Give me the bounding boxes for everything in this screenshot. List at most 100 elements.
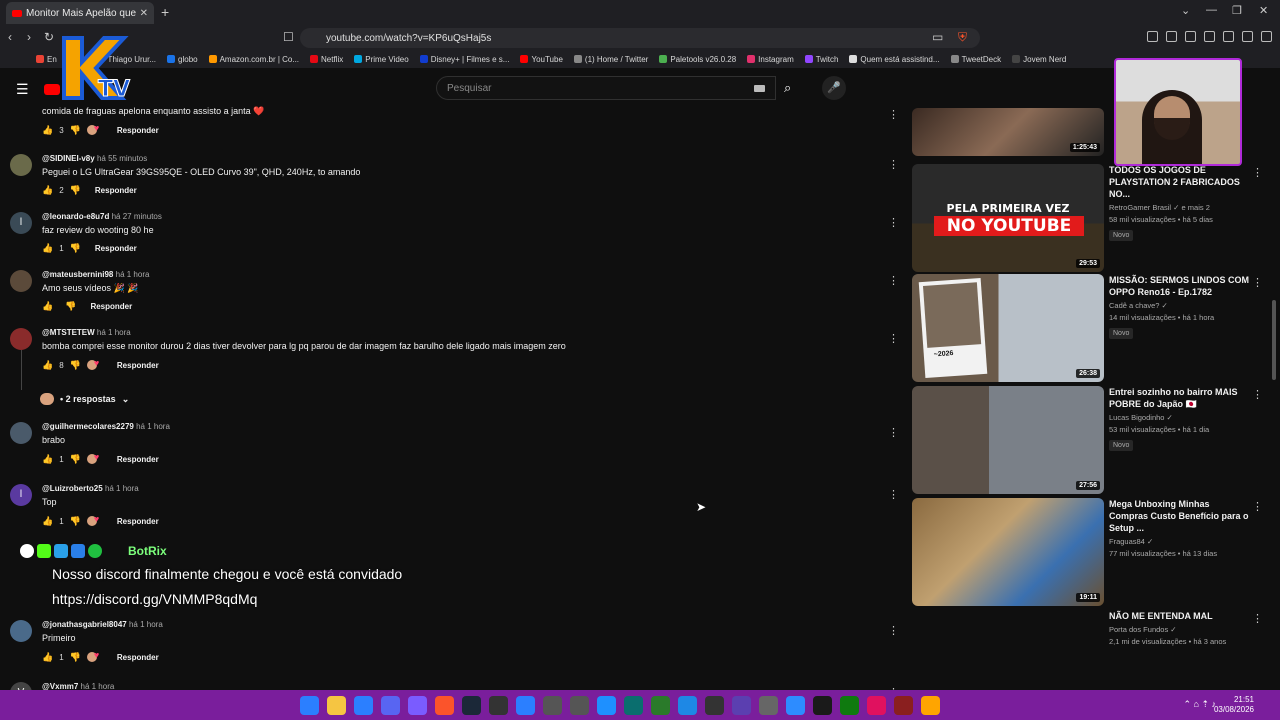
bookmark-item[interactable]: Instagram — [747, 55, 794, 64]
forward-icon[interactable]: › — [27, 30, 31, 44]
reply-button[interactable]: Responder — [95, 186, 137, 195]
taskbar-app-icon[interactable] — [813, 696, 832, 715]
taskbar-app-icon[interactable] — [705, 696, 724, 715]
tab-list-icon[interactable]: ⌄ — [1181, 4, 1190, 17]
like-icon[interactable]: 👍 — [42, 301, 53, 312]
back-icon[interactable]: ‹ — [8, 30, 12, 44]
address-bar[interactable]: youtube.com/watch?v=KP6uQsHaj5s — [300, 28, 980, 48]
taskbar-app-icon[interactable] — [489, 696, 508, 715]
extension-icon[interactable] — [1166, 31, 1177, 42]
taskbar-app-icon[interactable] — [759, 696, 778, 715]
channel-name[interactable]: Lucas Bigodinho ✓ — [1109, 413, 1249, 422]
bookmark-item[interactable]: En — [36, 55, 57, 64]
bookmark-item[interactable]: globo — [167, 55, 198, 64]
avatar[interactable] — [10, 154, 32, 176]
bookmark-item[interactable]: YouTube — [520, 55, 563, 64]
extension-icon[interactable] — [1242, 31, 1253, 42]
reload-icon[interactable]: ↻ — [44, 30, 54, 44]
like-icon[interactable]: 👍 — [42, 454, 53, 465]
more-options-icon[interactable]: ⋮ — [1252, 276, 1263, 289]
dislike-icon[interactable]: 👎 — [70, 243, 81, 254]
show-replies-button[interactable]: • 2 respostas ⌄ — [40, 393, 129, 405]
comment-author[interactable]: @Luizroberto25 — [42, 484, 103, 493]
taskbar-app-icon[interactable] — [921, 696, 940, 715]
brave-shield-icon[interactable]: ⛨ — [958, 30, 967, 45]
more-options-icon[interactable]: ⋮ — [888, 488, 899, 501]
comment-time[interactable]: há 55 minutos — [97, 154, 147, 163]
more-options-icon[interactable]: ⋮ — [888, 108, 899, 121]
comment-time[interactable]: há 1 hora — [97, 328, 131, 337]
channel-name[interactable]: Cadê a chave? ✓ — [1109, 301, 1249, 310]
more-options-icon[interactable]: ⋮ — [1252, 166, 1263, 179]
dislike-icon[interactable]: 👎 — [70, 125, 81, 136]
maximize-icon[interactable]: ❐ — [1232, 4, 1242, 17]
comment-author[interactable]: @SIDINEI-v8y — [42, 154, 95, 163]
scrollbar[interactable] — [1272, 300, 1276, 380]
more-options-icon[interactable]: ⋮ — [1252, 612, 1263, 625]
video-thumbnail[interactable]: ~2026 26:38 — [912, 274, 1104, 382]
taskbar-app-icon[interactable] — [381, 696, 400, 715]
comment-time[interactable]: há 1 hora — [136, 422, 170, 431]
like-icon[interactable]: 👍 — [42, 185, 53, 196]
dislike-icon[interactable]: 👎 — [70, 454, 81, 465]
more-options-icon[interactable]: ⋮ — [888, 158, 899, 171]
channel-name[interactable]: Porta dos Fundos ✓ — [1109, 625, 1249, 634]
search-input[interactable]: Pesquisar — [436, 76, 776, 100]
avatar[interactable]: l — [10, 212, 32, 234]
close-tab-icon[interactable]: ✕ — [140, 8, 148, 19]
reply-button[interactable]: Responder — [90, 302, 132, 311]
taskbar-app-icon[interactable] — [867, 696, 886, 715]
taskbar-app-icon[interactable] — [597, 696, 616, 715]
hamburger-menu-icon[interactable]: ☰ — [16, 81, 29, 98]
video-thumbnail[interactable]: PELA PRIMEIRA VEZ NO YOUTUBE 29:53 — [912, 164, 1104, 272]
taskbar-clock[interactable]: 21:51 03/08/2026 — [1214, 695, 1254, 715]
taskbar-app-icon[interactable] — [840, 696, 859, 715]
taskbar-app-icon[interactable] — [786, 696, 805, 715]
microphone-icon[interactable]: 🎤 — [822, 76, 846, 100]
browser-tab[interactable]: Monitor Mais Apelão que Dá ✕ — [6, 2, 154, 24]
taskbar-app-icon[interactable] — [300, 696, 319, 715]
video-thumbnail[interactable]: 1:25:43 — [912, 108, 1104, 156]
taskbar-app-icon[interactable] — [624, 696, 643, 715]
comment-time[interactable]: há 27 minutos — [112, 212, 162, 221]
more-options-icon[interactable]: ⋮ — [1252, 388, 1263, 401]
taskbar-app-icon[interactable] — [462, 696, 481, 715]
like-icon[interactable]: 👍 — [42, 516, 53, 527]
comment-author[interactable]: @leonardo-e8u7d — [42, 212, 109, 221]
taskbar-app-icon[interactable] — [894, 696, 913, 715]
extension-icon[interactable] — [1204, 31, 1215, 42]
keyboard-icon[interactable] — [754, 85, 765, 92]
taskbar-app-icon[interactable] — [678, 696, 697, 715]
extension-icon[interactable] — [1185, 31, 1196, 42]
more-options-icon[interactable]: ⋮ — [888, 332, 899, 345]
taskbar-app-icon[interactable] — [354, 696, 373, 715]
bookmark-item[interactable]: (1) Home / Twitter — [573, 55, 648, 64]
taskbar-app-icon[interactable] — [570, 696, 589, 715]
video-title[interactable]: MISSÃO: SERMOS LINDOS COM OPPO Reno16 - … — [1109, 274, 1249, 298]
dislike-icon[interactable]: 👎 — [65, 301, 76, 312]
channel-name[interactable]: RetroGamer Brasil ✓ e mais 2 — [1109, 203, 1249, 212]
reply-button[interactable]: Responder — [117, 455, 159, 464]
taskbar-app-icon[interactable] — [543, 696, 562, 715]
like-icon[interactable]: 👍 — [42, 125, 53, 136]
taskbar-app-icon[interactable] — [435, 696, 454, 715]
bookmark-item[interactable]: TweetDeck — [950, 55, 1001, 64]
comment-time[interactable]: há 1 hora — [105, 484, 139, 493]
bookmark-item[interactable]: Prime Video — [354, 55, 409, 64]
comment-time[interactable]: há 1 hora — [81, 682, 115, 690]
more-options-icon[interactable]: ⋮ — [888, 216, 899, 229]
bookmark-item[interactable]: Paletools v26.0.28 — [659, 55, 736, 64]
comment-author[interactable]: @mateusbernini98 — [42, 270, 113, 279]
comment-time[interactable]: há 1 hora — [116, 270, 150, 279]
taskbar-app-icon[interactable] — [732, 696, 751, 715]
comment-time[interactable]: há 1 hora — [129, 620, 163, 629]
bookmark-item[interactable]: Quem está assistind... — [849, 55, 940, 64]
dislike-icon[interactable]: 👎 — [70, 516, 81, 527]
system-tray-icons[interactable]: ⌃ ⌂ ⇡ ♪ — [1183, 699, 1216, 710]
more-options-icon[interactable]: ⋮ — [888, 426, 899, 439]
like-icon[interactable]: 👍 — [42, 360, 53, 371]
avatar[interactable]: l — [10, 484, 32, 506]
like-icon[interactable]: 👍 — [42, 652, 53, 663]
more-options-icon[interactable]: ⋮ — [888, 624, 899, 637]
more-options-icon[interactable]: ⋮ — [888, 274, 899, 287]
